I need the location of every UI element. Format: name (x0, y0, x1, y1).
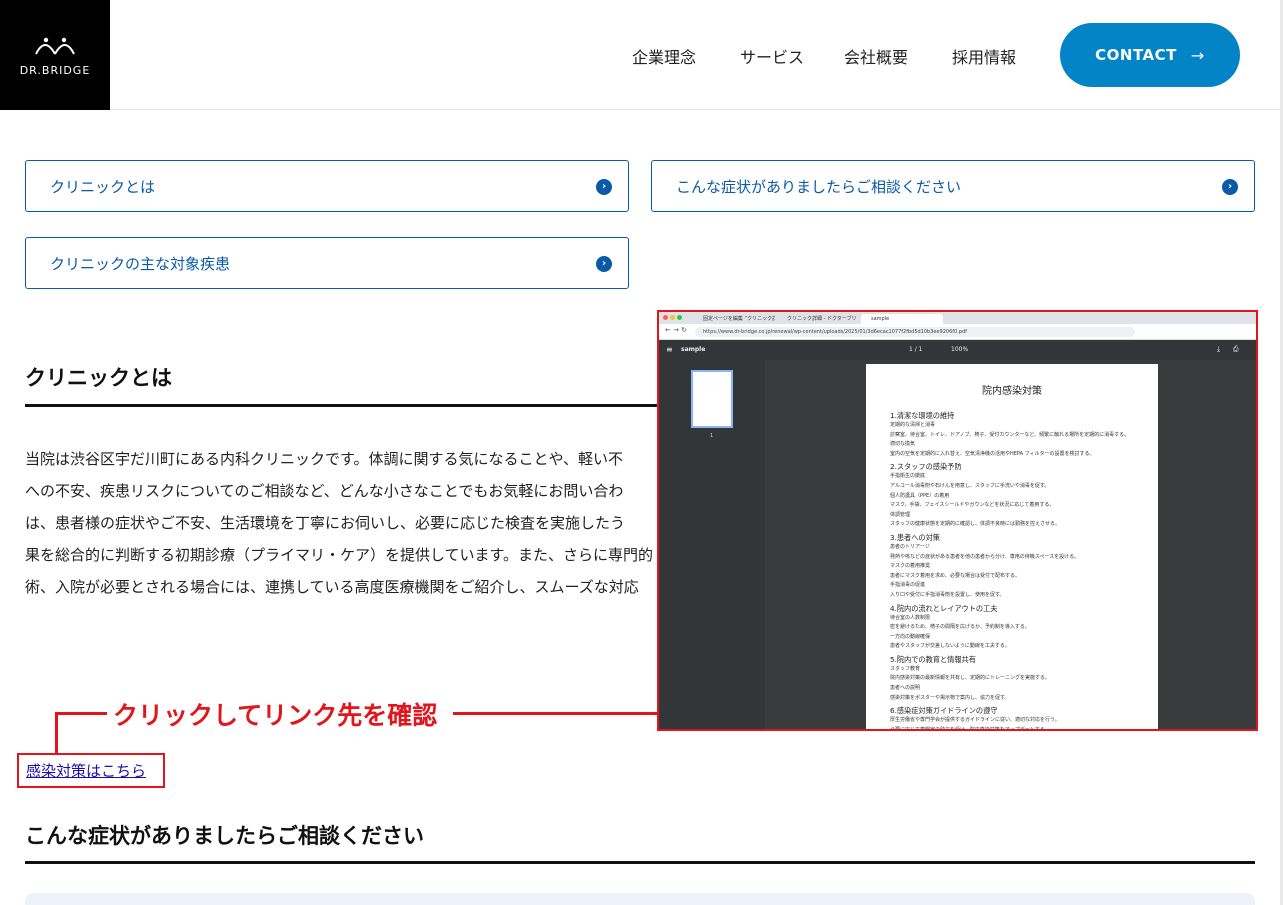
zoom-level[interactable]: 100% (951, 346, 968, 353)
anchor-diseases[interactable]: クリニックの主な対象疾患 › (25, 237, 629, 289)
pdf-section-line: 入り口や受付に手指消毒剤を設置し、使用を促す。 (890, 591, 1005, 598)
pdf-section-line: 適切な換気 (890, 441, 916, 448)
pdf-page: 院内感染対策 1.清潔な環境の維持 定期的な清掃と消毒診察室、待合室、トイレ、ドア… (866, 364, 1158, 731)
infection-control-link[interactable]: 感染対策はこちら (26, 760, 146, 781)
pdf-title: 院内感染対策 (982, 386, 1042, 397)
nav-company[interactable]: 会社概要 (844, 44, 908, 68)
browser-tab-active[interactable]: sample (861, 314, 943, 324)
minimize-window-icon (670, 315, 675, 320)
pdf-section-line: 厚生労働省や専門学会が提供するガイドラインに従い、適切な対応を行う。 (890, 717, 1060, 724)
pdf-section-line: 患者のトリアージ (890, 543, 930, 550)
browser-tab[interactable]: 固定ページを編集 “クリニック詳 (693, 314, 775, 324)
arrow-right-icon: → (1190, 45, 1205, 65)
pdf-section-line: 一方向の動線確保 (890, 633, 931, 640)
annotation-line (55, 712, 58, 754)
browser-tabbar: 固定ページを編集 “クリニック詳 クリニック詳細 - ドクターブリ sample (659, 312, 1256, 324)
logo-text: DR.BRIDGE (19, 64, 91, 77)
nav-arrows-icon[interactable]: ← → ↻ (665, 326, 687, 334)
pdf-section-line: 体調管理 (890, 511, 911, 518)
chevron-right-icon: › (1222, 179, 1238, 195)
maximize-window-icon (677, 315, 682, 320)
pdf-section-line: マスク、手袋、フェイスシールドやガウンなどを状況に応じて着用する。 (890, 502, 1055, 509)
page-indicator[interactable]: 1 / 1 (909, 346, 922, 353)
pdf-section-heading: 2.スタッフの感染予防 (890, 462, 962, 472)
site-logo[interactable]: DR.BRIDGE (0, 0, 110, 110)
thumbnail-page-number: 1 (710, 433, 714, 439)
nav-service[interactable]: サービス (740, 44, 804, 68)
pdf-section-line: 個人防護具（PPE）の着用 (890, 492, 950, 499)
anchor-label: クリニックの主な対象疾患 (50, 254, 231, 273)
pdf-thumbnail-sidebar: 1 (659, 360, 765, 729)
section-title-symptoms: こんな症状がありましたらご相談ください (25, 824, 424, 848)
pdf-section-line: 院内感染対策の最新情報を共有し、定期的にトレーニングを実施する。 (890, 675, 1051, 682)
contact-button[interactable]: CONTACT → (1060, 23, 1240, 87)
annotation-line (453, 712, 658, 715)
pdf-section-line: 診察室、待合室、トイレ、ドアノブ、椅子、受付カウンターなど、頻繁に触れる場所を定… (890, 431, 1130, 438)
pdf-section-line: 待合室の人数制限 (890, 614, 931, 621)
nav-recruit[interactable]: 採用情報 (952, 44, 1016, 68)
pdf-section-line: 発熱や咳などの症状がある患者を他の患者から分け、専用の待機スペースを設ける。 (890, 553, 1080, 560)
content-panel (25, 893, 1255, 905)
pdf-section-line: 室内の空気を定期的に入れ替え、空気清浄機の活用やHEPA フィルターの設置を検討… (890, 450, 1095, 457)
annotation-text: クリックしてリンク先を確認 (113, 701, 438, 730)
pdf-section-heading: 5.院内での教育と情報共有 (890, 654, 976, 664)
close-window-icon (663, 315, 668, 320)
chevron-right-icon: › (596, 179, 612, 195)
page: DR.BRIDGE 企業理念 サービス 会社概要 採用情報 CONTACT → … (0, 0, 1283, 905)
pdf-section-heading: 6.感染症対策ガイドラインの遵守 (890, 706, 998, 716)
section-divider (25, 404, 665, 407)
pdf-section-line: 手指消毒の促進 (890, 582, 926, 589)
url-field[interactable]: https://www.dr-bridge.co.jp/renewal/wp-c… (695, 327, 1135, 337)
anchor-symptoms[interactable]: こんな症状がありましたらご相談ください › (651, 160, 1255, 212)
pdf-section-line: 手指衛生の徹底 (890, 473, 926, 480)
pdf-section-line: マスクの着用推奨 (890, 563, 931, 570)
pdf-section-heading: 1.清潔な環境の維持 (890, 411, 955, 420)
download-icon[interactable]: ⤓ (1217, 345, 1220, 354)
pdf-section-line: 必要に応じて専門家の助言を受け、院内感染対策をアップデートする。 (890, 726, 1050, 731)
pdf-file-name: sample (681, 346, 706, 353)
anchor-label: こんな症状がありましたらご相談ください (676, 177, 962, 196)
pdf-section-heading: 4.院内の流れとレイアウトの工夫 (890, 603, 998, 613)
pdf-preview-screenshot: 固定ページを編集 “クリニック詳 クリニック詳細 - ドクターブリ sample… (657, 310, 1258, 731)
anchor-label: クリニックとは (50, 177, 156, 196)
chevron-right-icon: › (596, 256, 612, 272)
print-icon[interactable]: ⎙ (1233, 345, 1239, 354)
section-title-clinic: クリニックとは (25, 366, 172, 390)
page-thumbnail[interactable] (691, 370, 733, 428)
pdf-section-heading: 3.患者への対策 (890, 532, 940, 542)
menu-icon[interactable]: ≡ (666, 345, 673, 354)
annotation-line (55, 712, 107, 715)
browser-address-bar: ← → ↻ https://www.dr-bridge.co.jp/renewa… (659, 324, 1256, 340)
pdf-section-line: 密を避けるため、椅子の間隔を広げるか、予約制を導入する。 (890, 624, 1030, 631)
pdf-section-line: アルコール消毒剤や石けんを用意し、スタッフに手洗いや消毒を促す。 (890, 482, 1050, 489)
pdf-section-line: 患者やスタッフが交差しないように動線を工夫する。 (890, 643, 1010, 650)
pdf-section-line: スタッフの健康状態を定期的に確認し、体調不良時には勤務を控えさせる。 (890, 521, 1061, 528)
contact-label: CONTACT (1095, 46, 1177, 64)
pdf-section-line: 患者にマスク着用を求め、必要な場合は受付で配布する。 (890, 572, 1021, 579)
anchor-clinic-about[interactable]: クリニックとは › (25, 160, 629, 212)
pdf-section-line: 感染対策をポスターや掲示物で案内し、協力を促す。 (890, 694, 1010, 701)
pdf-section-line: 患者への説明 (890, 685, 921, 692)
pdf-sections: 1.清潔な環境の維持 定期的な清掃と消毒診察室、待合室、トイレ、ドアノブ、椅子、受… (890, 411, 1134, 731)
bridge-logo-icon (35, 37, 75, 55)
pdf-section-line: 定期的な清掃と消毒 (890, 422, 936, 428)
pdf-section-line: スタッフ教育 (890, 665, 921, 672)
nav-philosophy[interactable]: 企業理念 (632, 44, 696, 68)
browser-tab[interactable]: クリニック詳細 - ドクターブリ (777, 314, 859, 324)
pdf-toolbar: ≡ sample 1 / 1 100% ⤓ ⎙ (659, 340, 1256, 360)
site-header: DR.BRIDGE 企業理念 サービス 会社概要 採用情報 CONTACT → (0, 0, 1283, 110)
section-divider (25, 861, 1255, 864)
